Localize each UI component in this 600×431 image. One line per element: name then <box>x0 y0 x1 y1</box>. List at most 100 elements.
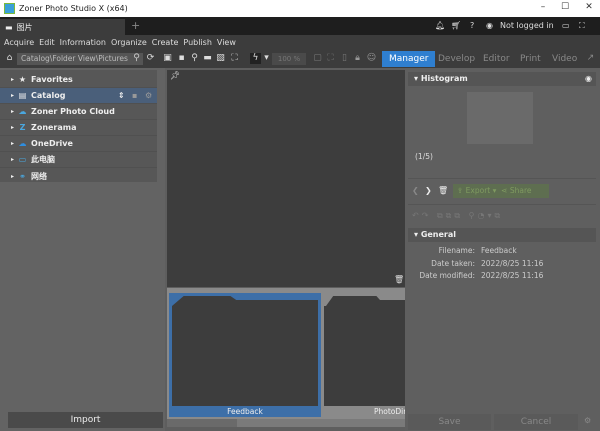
cart-icon[interactable]: 🛒︎ <box>451 21 461 30</box>
field-filename: Filename: Feedback <box>405 246 595 255</box>
tab-label: 图片 <box>16 22 33 32</box>
tree-label: Catalog <box>31 91 66 100</box>
path-input[interactable]: Catalog\Folder View\Pictures <box>17 53 143 65</box>
search-icon[interactable]: ⚲ <box>131 53 142 64</box>
onedrive-icon: ☁ <box>18 139 27 148</box>
app-logo-icon <box>4 3 15 14</box>
gear-icon[interactable]: ⚙ <box>584 416 591 425</box>
fit-icon[interactable]: ⛶ <box>229 53 240 64</box>
tree-item-network[interactable]: ▸ ⚭ 网络 <box>0 168 157 184</box>
menu-create[interactable]: Create <box>152 38 179 47</box>
image-view-icon[interactable]: ▧ <box>215 53 226 64</box>
trash-icon[interactable]: 🗑︎ <box>394 275 404 284</box>
login-menu[interactable]: Not logged in <box>500 21 554 30</box>
menu-acquire[interactable]: Acquire <box>4 38 34 47</box>
import-icon[interactable]: ▣ <box>162 53 173 64</box>
field-value: 2022/8/25 11:16 <box>481 259 544 268</box>
preview-area: 📌︎ 🗑︎ <box>167 70 405 287</box>
field-key: Date taken: <box>431 259 475 268</box>
field-date-taken: Date taken: 2022/8/25 11:16 <box>405 259 595 268</box>
folder-icon: ▬ <box>5 22 13 32</box>
external-window-icon[interactable]: ↗ <box>585 53 596 64</box>
close-button[interactable]: ✕ <box>582 2 596 12</box>
display-icon[interactable]: ▭ <box>562 21 570 30</box>
histogram-toggle-icon[interactable]: ◉ <box>585 72 592 86</box>
thumbnail-feedback[interactable]: Feedback <box>169 293 321 417</box>
tree-item-this-pc[interactable]: ▸ ▭ 此电脑 <box>0 152 157 168</box>
thumbnail-label: Feedback <box>227 407 263 416</box>
tree-item-onedrive[interactable]: ▸ ☁ OneDrive <box>0 136 157 152</box>
thumbnail-photodir[interactable]: PhotoDir <box>324 293 405 417</box>
fullscreen-icon[interactable]: ⛶ <box>579 21 585 31</box>
divider <box>408 204 596 205</box>
info-panel: ▾ Histogram ◉ (1/5) ❮ ❯ 🗑︎ ⇪ Export ▾ ⋖ S… <box>405 68 600 431</box>
add-folder-icon[interactable]: ▪ <box>132 91 137 100</box>
menu-edit[interactable]: Edit <box>39 38 55 47</box>
tree-item-catalog[interactable]: ▸ ▤ Catalog ⇕ ▪ ⚙ <box>0 88 157 104</box>
menu-organize[interactable]: Organize <box>111 38 147 47</box>
import-button[interactable]: Import <box>8 412 163 428</box>
refresh-icon[interactable]: ⟳ <box>145 53 156 64</box>
export-label: Export <box>465 186 491 195</box>
actual-size-icon[interactable]: ▢ <box>312 53 323 64</box>
menu-information[interactable]: Information <box>60 38 106 47</box>
mode-editor[interactable]: Editor <box>476 51 517 67</box>
tab-pictures[interactable]: ▬ 图片 <box>0 19 125 35</box>
histogram-folder-icon <box>467 92 533 144</box>
collapse-icon: ▾ <box>414 74 421 83</box>
folder-icon[interactable]: ▬ <box>202 53 213 64</box>
new-folder-icon[interactable]: ▪ <box>176 53 187 64</box>
user-icon: ◉ <box>486 21 493 30</box>
histogram-header[interactable]: ▾ Histogram ◉ <box>408 72 596 86</box>
location-icon[interactable]: ⚲ <box>189 53 200 64</box>
edit-tools-icons[interactable]: ↶↷ ⧉⧉⧉ ⚲◔▾⧉ <box>412 211 503 221</box>
toolbar: ⌂ Catalog\Folder View\Pictures ⚲ ⟳ ▣ ▪ ⚲… <box>0 50 600 68</box>
lock-icon[interactable]: 🔒︎ <box>352 53 363 64</box>
menu-view[interactable]: View <box>217 38 236 47</box>
trash-icon[interactable]: 🗑︎ <box>438 186 448 195</box>
new-tab-button[interactable]: + <box>131 19 140 32</box>
maximize-button[interactable]: ☐ <box>558 2 572 12</box>
folder-tree: ▸ ★ Favorites ▸ ▤ Catalog ⇕ ▪ ⚙ ▸ ☁ Zoner Phot… <box>0 70 157 182</box>
help-icon[interactable]: ? <box>470 21 474 30</box>
face-icon[interactable]: ☺ <box>366 53 377 64</box>
bell-icon[interactable]: 🔔︎ <box>435 21 445 30</box>
mode-manager[interactable]: Manager <box>382 51 436 67</box>
mode-develop[interactable]: Develop <box>431 51 482 67</box>
fit-screen-icon[interactable]: ⛶ <box>325 53 336 64</box>
filmstrip-scrollbar[interactable] <box>167 419 405 427</box>
folder-tab-shape <box>172 296 318 306</box>
menu-publish[interactable]: Publish <box>183 38 212 47</box>
tree-item-favorites[interactable]: ▸ ★ Favorites <box>0 72 157 88</box>
zonerama-icon: Z <box>19 123 26 132</box>
general-title: General <box>420 230 457 239</box>
compare-icon[interactable]: ▯ <box>339 53 350 64</box>
home-folder-icon[interactable]: ⌂ <box>4 53 15 64</box>
mode-video[interactable]: Video <box>545 51 584 67</box>
scrollbar-thumb[interactable] <box>167 419 237 427</box>
mode-print[interactable]: Print <box>513 51 548 67</box>
previous-icon[interactable]: ❮ <box>412 186 419 195</box>
folder-tab-shape <box>326 296 405 306</box>
field-value: Feedback <box>481 246 517 255</box>
folder-preview <box>324 306 405 406</box>
next-icon[interactable]: ❯ <box>425 186 432 195</box>
zoom-input[interactable]: 100 % <box>272 53 306 65</box>
flash-icon[interactable]: ϟ <box>250 53 261 64</box>
general-header[interactable]: ▾ General <box>408 228 596 242</box>
tree-label: Zonerama <box>31 123 77 132</box>
tree-label: Zoner Photo Cloud <box>31 107 115 116</box>
save-button[interactable]: Save <box>408 414 491 430</box>
cancel-button[interactable]: Cancel <box>494 414 578 430</box>
sort-icon[interactable]: ⇕ <box>118 91 125 100</box>
tree-item-zonerama[interactable]: ▸ Z Zonerama <box>0 120 157 136</box>
gear-icon[interactable]: ⚙ <box>145 91 152 100</box>
export-button[interactable]: ⇪ Export ▾ ⋖ Share <box>453 184 549 198</box>
minimize-button[interactable]: – <box>536 2 550 12</box>
tree-item-zoner-photo-cloud[interactable]: ▸ ☁ Zoner Photo Cloud <box>0 104 157 120</box>
field-key: Date modified: <box>419 271 475 280</box>
pin-icon[interactable]: 📌︎ <box>170 71 180 80</box>
star-icon: ★ <box>18 75 27 84</box>
chevron-down-icon[interactable]: ▾ <box>261 53 272 64</box>
filmstrip: Feedback PhotoDir <box>167 288 405 419</box>
